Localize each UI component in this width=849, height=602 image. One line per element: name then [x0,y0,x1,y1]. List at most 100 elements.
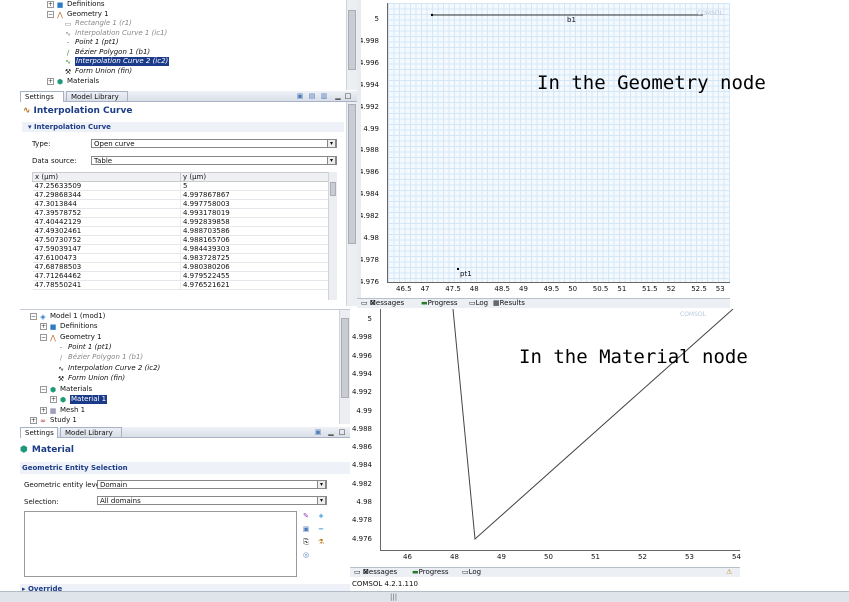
tree-item-definitions[interactable]: + ■ Definitions [47,0,105,9]
remove-icon[interactable]: − [317,525,325,533]
toolbar-icon[interactable]: ▤ [308,92,316,100]
maximize-icon[interactable]: □ [344,92,352,100]
table-row[interactable]: 47.39578752 4.993178019 [32,208,329,218]
cell-y[interactable]: 4.997867867 [180,190,329,200]
tree-item-interpolation-curve-2[interactable]: ∿ Interpolation Curve 2 (ic2) [57,364,160,373]
collapse-icon[interactable]: − [30,313,37,320]
tab-settings[interactable]: Settings [20,91,64,102]
cell-y[interactable]: 4.984439303 [180,244,329,254]
cell-x[interactable]: 47.3013844 [32,199,181,209]
tree-scrollbar[interactable] [346,0,357,90]
cell-x[interactable]: 47.25633509 [32,181,181,191]
expand-icon[interactable]: + [30,417,37,424]
table-row[interactable]: 47.29868344 4.997867867 [32,190,329,200]
table-row[interactable]: 47.6100473 4.983728725 [32,253,329,263]
cell-y[interactable]: 4.992839858 [180,217,329,227]
tab-settings[interactable]: Settings [20,427,58,438]
scrollbar-thumb[interactable] [330,182,336,196]
cell-x[interactable]: 47.59039147 [32,244,181,254]
tree-scrollbar[interactable] [339,310,350,424]
table-scrollbar[interactable] [328,172,337,300]
section-header[interactable]: ▾ Interpolation Curve [28,123,111,131]
source-select[interactable]: Table ▾ [91,156,337,165]
b1-start-point[interactable] [430,13,434,17]
tab-messages[interactable]: ▭ Messages ⊠ [354,568,397,577]
toolbar-icon[interactable]: ▣ [296,92,304,100]
tree-item-definitions[interactable]: + ■ Definitions [40,322,98,331]
scrollbar-thumb[interactable] [348,10,356,70]
tree-item-form-union[interactable]: ⚒ Form Union (fin) [64,67,132,76]
tree-item-materials[interactable]: − ⬢ Materials [40,385,92,394]
cell-y[interactable]: 4.979522455 [180,271,329,281]
tree-item-materials[interactable]: + ⬢ Materials [47,77,99,86]
section-header[interactable]: Geometric Entity Selection [22,464,128,472]
tree-item-point[interactable]: · Point 1 (pt1) [57,343,112,352]
expand-icon[interactable]: + [47,1,54,8]
tree-item-geometry[interactable]: − ⋀ Geometry 1 [40,333,102,342]
selection-list[interactable] [24,511,297,577]
table-row[interactable]: 47.40442129 4.992839858 [32,217,329,227]
tree-item-form-union[interactable]: ⚒ Form Union (fin) [57,374,125,383]
resize-grip-icon[interactable]: ||| [390,593,397,601]
add-icon[interactable]: + [317,512,325,520]
table-row[interactable]: 47.68788503 4.980380206 [32,262,329,272]
table-row[interactable]: 47.49302461 4.988703586 [32,226,329,236]
scrollbar-thumb[interactable] [348,104,356,244]
chevron-down-icon[interactable]: ▾ [317,496,326,505]
tree-item-point[interactable]: · Point 1 (pt1) [64,38,119,47]
tab-model-library[interactable]: Model Library [60,427,122,438]
zoom-selection-icon[interactable]: ⚗ [317,538,325,546]
table-row[interactable]: 47.78550241 4.976521621 [32,280,329,290]
chevron-down-icon[interactable]: ▾ [327,156,336,165]
tree-item-mesh[interactable]: + ▦ Mesh 1 [40,406,85,415]
cell-y[interactable]: 4.988703586 [180,226,329,236]
column-header-x[interactable]: x (µm) [32,172,181,182]
settings-scrollbar[interactable] [346,102,357,306]
expand-icon[interactable]: + [40,323,47,330]
tree-item-bezier[interactable]: ∕ Bézier Polygon 1 (b1) [57,353,143,362]
scrollbar-thumb[interactable] [341,318,349,398]
tab-model-library[interactable]: Model Library [66,91,128,102]
copy-icon[interactable]: ⎘ [302,538,310,546]
cell-x[interactable]: 47.68788503 [32,262,181,272]
cell-x[interactable]: 47.29868344 [32,190,181,200]
cell-x[interactable]: 47.50730752 [32,235,181,245]
cell-y[interactable]: 4.988165706 [180,235,329,245]
tree-item-bezier[interactable]: ∕ Bézier Polygon 1 (b1) [64,48,150,57]
cell-y[interactable]: 4.983728725 [180,253,329,263]
cell-y[interactable]: 4.976521621 [180,280,329,290]
maximize-icon[interactable]: □ [338,428,346,436]
create-selection-icon[interactable]: ◎ [302,551,310,559]
table-row[interactable]: 47.3013844 4.997758003 [32,199,329,209]
selection-select[interactable]: All domains ▾ [97,496,327,505]
coordinates-table[interactable]: x (µm) y (µm) 47.25633509 5 47.29868344 4.9… [32,172,329,290]
cell-x[interactable]: 47.40442129 [32,217,181,227]
collapse-icon[interactable]: − [40,386,47,393]
cell-x[interactable]: 47.6100473 [32,253,181,263]
tab-log[interactable]: ▭ Log [469,299,488,308]
tab-messages[interactable]: ▭ Messages ⊠ [361,299,404,308]
point-pt1[interactable] [457,268,459,270]
top-graphics-window[interactable]: 5 4.998 4.996 4.994 4.992 4.99 4.988 4.986 4.984… [357,0,730,298]
cell-x[interactable]: 47.78550241 [32,280,181,290]
cell-x[interactable]: 47.71264462 [32,271,181,281]
tree-item-study[interactable]: + ∞ Study 1 [30,416,77,424]
expand-icon[interactable]: + [40,407,47,414]
tree-item-interpolation-curve-2[interactable]: ∿ Interpolation Curve 2 (ic2) [64,57,170,66]
paste-selection-icon[interactable]: ✎ [302,512,310,520]
domain-boundary[interactable] [452,309,734,541]
cell-y[interactable]: 4.980380206 [180,262,329,272]
tab-results[interactable]: ▦ Results [493,299,525,308]
cell-x[interactable]: 47.39578752 [32,208,181,218]
cell-y[interactable]: 5 [180,181,329,191]
collapse-icon[interactable]: − [47,11,54,18]
type-select[interactable]: Open curve ▾ [91,139,337,148]
cell-y[interactable]: 4.997758003 [180,199,329,209]
tab-log[interactable]: ▭ Log [462,568,481,577]
tree-item-model[interactable]: − ◈ Model 1 (mod1) [30,312,105,321]
table-row[interactable]: 47.59039147 4.984439303 [32,244,329,254]
expand-icon[interactable]: + [47,78,54,85]
tree-item-interpolation-curve-1[interactable]: ∿ Interpolation Curve 1 (ic1) [64,29,167,38]
minimize-icon[interactable]: ▁ [334,92,342,100]
clear-icon[interactable]: ⚠ [726,568,732,577]
